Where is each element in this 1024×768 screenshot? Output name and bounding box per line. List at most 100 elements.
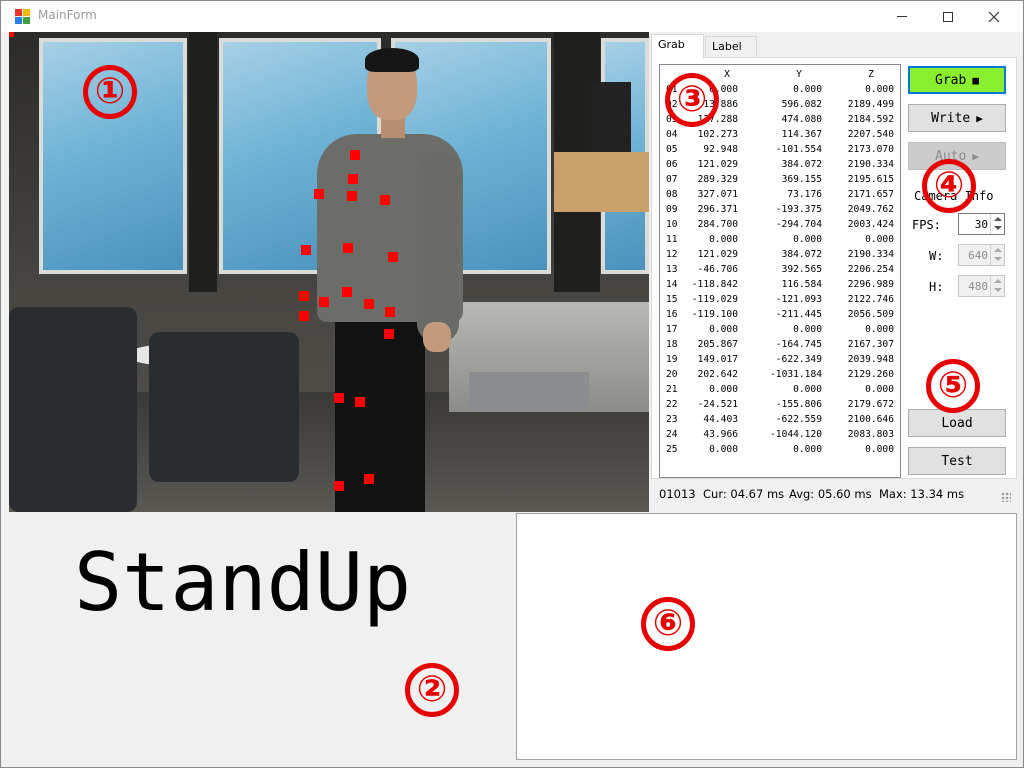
spin-down-icon[interactable] xyxy=(994,288,1002,292)
spin-down-icon[interactable] xyxy=(994,257,1002,261)
joint-x: 284.700 xyxy=(697,219,738,230)
close-button[interactable] xyxy=(971,1,1017,32)
table-row[interactable]: 19 149.017 -622.349 2039.948 xyxy=(660,354,900,369)
tab-strip: Grab Label xyxy=(651,34,1017,59)
grab-button[interactable]: Grab ■ xyxy=(908,66,1006,94)
table-row[interactable]: 25 0.000 0.000 0.000 xyxy=(660,444,900,459)
joint-marker xyxy=(355,397,365,407)
table-row[interactable]: 18 205.867 -164.745 2167.307 xyxy=(660,339,900,354)
minimize-icon xyxy=(897,16,907,17)
joint-index: 25 xyxy=(666,444,678,455)
joint-y: -164.745 xyxy=(775,339,822,350)
width-label: W: xyxy=(929,249,944,263)
joint-marker xyxy=(319,297,329,307)
joint-marker xyxy=(388,252,398,262)
height-label: H: xyxy=(929,280,944,294)
table-row[interactable]: 10 284.700 -294.704 2003.424 xyxy=(660,219,900,234)
joint-index: 19 xyxy=(666,354,678,365)
column-header-x: X xyxy=(724,69,730,80)
width-value: 640 xyxy=(968,249,988,262)
joint-y: 0.000 xyxy=(793,84,822,95)
table-row[interactable]: 16 -119.100 -211.445 2056.509 xyxy=(660,309,900,324)
person-hair xyxy=(365,48,419,72)
play-icon: ▶ xyxy=(976,111,983,125)
tab-grab[interactable]: Grab xyxy=(651,34,704,59)
table-row[interactable]: 17 0.000 0.000 0.000 xyxy=(660,324,900,339)
joint-index: 12 xyxy=(666,249,678,260)
table-row[interactable]: 20 202.642 -1031.184 2129.260 xyxy=(660,369,900,384)
play-icon: ▶ xyxy=(972,149,979,163)
maximize-button[interactable] xyxy=(925,1,971,32)
spin-down-icon[interactable] xyxy=(994,226,1002,230)
joint-x: 327.071 xyxy=(697,189,738,200)
joint-z: 0.000 xyxy=(865,324,894,335)
joint-z: 2206.254 xyxy=(847,264,894,275)
table-row[interactable]: 13 -46.706 392.565 2206.254 xyxy=(660,264,900,279)
height-value: 480 xyxy=(968,280,988,293)
joint-y: -294.704 xyxy=(775,219,822,230)
joint-z: 2171.657 xyxy=(847,189,894,200)
joint-x: 121.029 xyxy=(697,159,738,170)
joint-y: -155.806 xyxy=(775,399,822,410)
table-row[interactable]: 24 43.966 -1044.120 2083.803 xyxy=(660,429,900,444)
table-row[interactable]: 04 102.273 114.367 2207.540 xyxy=(660,129,900,144)
column-header-z: Z xyxy=(868,69,874,80)
joint-x: -46.706 xyxy=(697,264,738,275)
fps-spinner[interactable]: 30 xyxy=(958,213,1005,235)
table-row[interactable]: 22 -24.521 -155.806 2179.672 xyxy=(660,399,900,414)
load-button[interactable]: Load xyxy=(908,409,1006,437)
desk-leg xyxy=(469,372,589,412)
joint-y: -622.559 xyxy=(775,414,822,425)
joint-z: 2100.646 xyxy=(847,414,894,425)
table-row[interactable]: 06 121.029 384.072 2190.334 xyxy=(660,159,900,174)
joint-y: 384.072 xyxy=(781,249,822,260)
title-bar[interactable]: MainForm xyxy=(1,1,1023,32)
joint-index: 05 xyxy=(666,144,678,155)
spin-up-icon[interactable] xyxy=(994,248,1002,252)
action-label: StandUp xyxy=(74,536,412,629)
table-row[interactable]: 15 -119.029 -121.093 2122.746 xyxy=(660,294,900,309)
joint-y: -193.375 xyxy=(775,204,822,215)
resize-grip-icon[interactable] xyxy=(1001,492,1011,502)
test-button[interactable]: Test xyxy=(908,447,1006,475)
table-row[interactable]: 21 0.000 0.000 0.000 xyxy=(660,384,900,399)
shelf xyxy=(554,152,649,212)
person-legs xyxy=(335,312,425,512)
table-row[interactable]: 23 44.403 -622.559 2100.646 xyxy=(660,414,900,429)
joint-index: 13 xyxy=(666,264,678,275)
joint-index: 18 xyxy=(666,339,678,350)
joint-marker xyxy=(385,307,395,317)
load-button-label: Load xyxy=(941,415,973,431)
joint-marker xyxy=(384,329,394,339)
joint-z: 2129.260 xyxy=(847,369,894,380)
write-button[interactable]: Write ▶ xyxy=(908,104,1006,132)
minimize-button[interactable] xyxy=(879,1,925,32)
height-spinner[interactable]: 480 xyxy=(958,275,1005,297)
width-spinner[interactable]: 640 xyxy=(958,244,1005,266)
table-row[interactable]: 05 92.948 -101.554 2173.070 xyxy=(660,144,900,159)
table-row[interactable]: 08 327.071 73.176 2171.657 xyxy=(660,189,900,204)
table-row[interactable]: 07 289.329 369.155 2195.615 xyxy=(660,174,900,189)
table-row[interactable]: 11 0.000 0.000 0.000 xyxy=(660,234,900,249)
joint-x: 102.273 xyxy=(697,129,738,140)
joint-y: 0.000 xyxy=(793,234,822,245)
spin-up-icon[interactable] xyxy=(994,217,1002,221)
table-row[interactable]: 14 -118.842 116.584 2296.989 xyxy=(660,279,900,294)
joint-index: 04 xyxy=(666,129,678,140)
joint-y: -121.093 xyxy=(775,294,822,305)
annotation-marker-1: ① xyxy=(83,65,137,119)
table-row[interactable]: 09 296.371 -193.375 2049.762 xyxy=(660,204,900,219)
joint-marker xyxy=(364,299,374,309)
joint-index: 24 xyxy=(666,429,678,440)
table-row[interactable]: 12 121.029 384.072 2190.334 xyxy=(660,249,900,264)
annotation-marker-5: ⑤ xyxy=(926,359,980,413)
joint-index: 09 xyxy=(666,204,678,215)
joint-index: 20 xyxy=(666,369,678,380)
spin-up-icon[interactable] xyxy=(994,279,1002,283)
joint-marker xyxy=(380,195,390,205)
joint-marker xyxy=(342,287,352,297)
joint-y: -211.445 xyxy=(775,309,822,320)
joint-z: 2179.672 xyxy=(847,399,894,410)
tab-label[interactable]: Label xyxy=(705,36,757,58)
joint-y: 0.000 xyxy=(793,444,822,455)
